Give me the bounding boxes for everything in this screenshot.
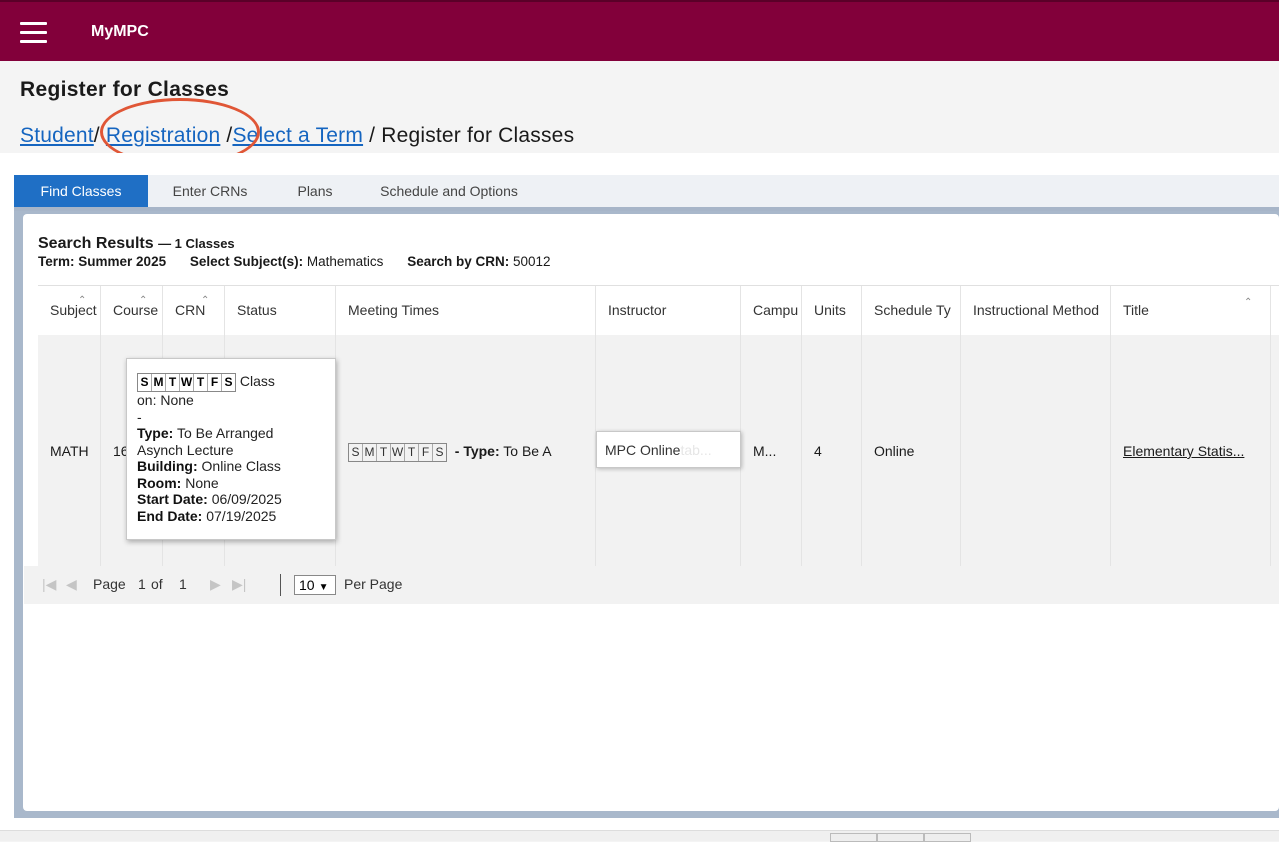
instructor-tooltip-text: MPC Online — [605, 442, 681, 458]
prev-page-icon[interactable]: ◀ — [66, 576, 77, 593]
tooltip-type-label: Type: — [137, 425, 174, 441]
page-label: Page — [93, 576, 126, 592]
tooltip-dash: - — [137, 408, 142, 425]
breadcrumb-select-term-link[interactable]: Select a Term — [232, 124, 363, 147]
bottom-control — [924, 833, 971, 842]
page-total: 1 — [179, 576, 187, 592]
last-page-icon[interactable]: ▶| — [232, 576, 246, 593]
tab-bar: Find Classes Enter CRNs Plans Schedule a… — [14, 175, 1279, 211]
tooltip-end-label: End Date: — [137, 507, 203, 524]
tooltip-start-value: 06/09/2025 — [211, 491, 282, 507]
tooltip-start-label: Start Date: — [137, 491, 208, 507]
cell-campus: M... — [741, 335, 802, 567]
term-label: Term: — [38, 254, 75, 269]
cell-title: Elementary Statis... — [1111, 335, 1271, 567]
meeting-times-tooltip: SMTWTFS Class on: None - Type: To Be Arr… — [126, 358, 336, 540]
header-schedule-type[interactable]: Schedule Ty — [862, 286, 961, 335]
subject-value: Mathematics — [306, 254, 384, 269]
sort-arrows-icon[interactable]: ⌃⌄ — [139, 286, 147, 335]
header-units[interactable]: Units — [802, 286, 862, 335]
search-results-count: — 1 Classes — [158, 236, 235, 251]
breadcrumb-current: Register for Classes — [381, 124, 575, 147]
tooltip-building-label: Building: — [137, 458, 198, 474]
breadcrumb: Student/ Registration /Select a Term / R… — [20, 124, 574, 148]
header-instructor[interactable]: Instructor — [596, 286, 741, 335]
days-of-week-grid: SMTWTFS — [137, 373, 236, 392]
days-of-week-grid: SMTWTFS — [348, 442, 447, 462]
header-course[interactable]: Course⌃⌄ — [101, 286, 163, 335]
pagination-bar: |◀ ◀ Page 1 of 1 ▶ ▶| 10 ▼ Per Page — [24, 566, 1279, 604]
bottom-control — [877, 833, 924, 842]
page-current: 1 — [138, 576, 146, 592]
header-meeting-times[interactable]: Meeting Times — [336, 286, 596, 335]
term-value: Summer 2025 — [78, 254, 167, 269]
header-instructional-method[interactable]: Instructional Method — [961, 286, 1111, 335]
meeting-type-label: - Type: — [454, 443, 500, 459]
instructor-tooltip-faded: tab... — [680, 442, 712, 458]
search-criteria: Term: Summer 2025 Select Subject(s): Mat… — [38, 254, 551, 269]
per-page-label: Per Page — [344, 576, 403, 592]
page-header: Register for Classes Student/ Registrati… — [0, 61, 1279, 153]
breadcrumb-separator: / — [369, 124, 376, 147]
top-bar: MyMPC — [0, 0, 1279, 61]
first-page-icon[interactable]: |◀ — [42, 576, 56, 593]
breadcrumb-registration-link[interactable]: Registration — [106, 124, 220, 147]
pager-divider — [280, 574, 281, 596]
class-title-link[interactable]: Elementary Statis... — [1123, 443, 1244, 459]
tab-enter-crns[interactable]: Enter CRNs — [160, 175, 260, 207]
tooltip-type-value: To Be Arranged — [176, 425, 274, 441]
brand-name[interactable]: MyMPC — [91, 23, 149, 41]
cell-schedule-type: Online — [862, 335, 961, 567]
crn-label: Search by CRN: — [407, 254, 510, 269]
page-title: Register for Classes — [20, 78, 230, 101]
tooltip-room-label: Room: — [137, 474, 182, 491]
bottom-strip — [0, 830, 1279, 841]
table-header: Subject⌃⌄ Course⌃⌄ CRN⌃⌄ Status Meeting … — [38, 285, 1279, 336]
sort-arrows-icon[interactable]: ⌃⌄ — [1244, 286, 1252, 335]
tooltip-building-value: Online Class — [201, 458, 281, 474]
page-of-label: of — [151, 576, 163, 592]
cell-meeting-times: SMTWTFS - Type: To Be A — [336, 335, 596, 567]
breadcrumb-separator: / — [93, 124, 100, 147]
sort-arrows-icon[interactable]: ⌃⌄ — [78, 286, 86, 335]
tab-plans[interactable]: Plans — [282, 175, 348, 207]
header-crn[interactable]: CRN⌃⌄ — [163, 286, 225, 335]
meeting-type-value: To Be A — [503, 443, 552, 459]
cell-subject: MATH — [38, 335, 101, 567]
subject-label: Select Subject(s): — [189, 254, 304, 269]
breadcrumb-student-link[interactable]: Student — [20, 124, 94, 147]
next-page-icon[interactable]: ▶ — [210, 576, 221, 593]
sort-arrows-icon[interactable]: ⌃⌄ — [201, 286, 209, 335]
tooltip-end-value: 07/19/2025 — [206, 507, 277, 524]
search-results-title: Search Results — 1 Classes — [38, 235, 235, 253]
instructor-tooltip: MPC Onlinetab... — [596, 431, 741, 468]
tooltip-type-value-2: Asynch Lecture — [137, 441, 234, 458]
cell-instructional-method — [961, 335, 1111, 567]
per-page-select[interactable]: 10 ▼ — [294, 575, 336, 595]
header-status[interactable]: Status — [225, 286, 336, 335]
chevron-down-icon: ▼ — [318, 582, 329, 593]
header-campus[interactable]: Campu — [741, 286, 802, 335]
header-title[interactable]: Title⌃⌄ — [1111, 286, 1271, 335]
header-subject[interactable]: Subject⌃⌄ — [38, 286, 101, 335]
tab-find-classes[interactable]: Find Classes — [14, 175, 148, 207]
search-results-label: Search Results — [38, 235, 154, 252]
tooltip-room-value: None — [185, 474, 219, 491]
hamburger-icon[interactable] — [20, 22, 47, 43]
tooltip-class-label: Class — [239, 373, 275, 390]
crn-value: 50012 — [513, 254, 551, 269]
tab-schedule-and-options[interactable]: Schedule and Options — [366, 175, 532, 207]
tooltip-on-none: on: None — [137, 392, 194, 408]
cell-units: 4 — [802, 335, 862, 567]
bottom-control — [830, 833, 877, 842]
